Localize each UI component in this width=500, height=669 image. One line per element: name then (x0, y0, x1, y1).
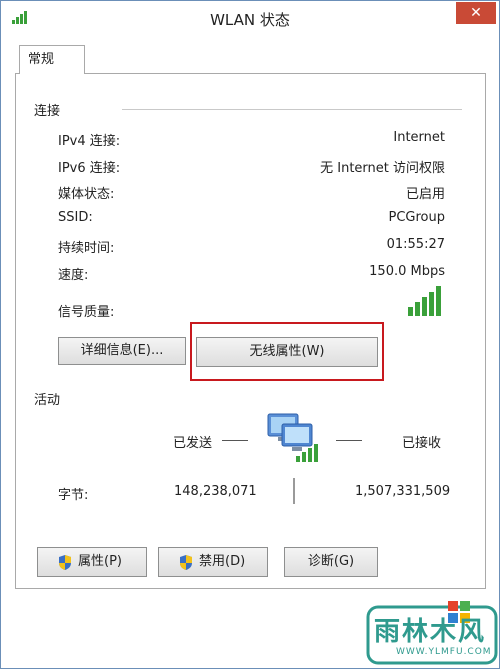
duration-label: 持续时间: (58, 241, 115, 256)
activity-section-label: 活动 (34, 393, 61, 408)
wireless-properties-button[interactable]: 无线属性(W) (196, 337, 378, 367)
ssid-label: SSID: (58, 210, 93, 225)
received-dash (336, 440, 362, 441)
bytes-sent-value: 148,238,071 (174, 484, 257, 499)
network-computers-icon (267, 413, 318, 462)
properties-label: 属性(P) (78, 554, 122, 569)
ssid-value: PCGroup (388, 210, 446, 225)
uac-shield-icon (59, 555, 71, 570)
watermark-url: WWW.YLMFU.COM (396, 647, 492, 657)
tab-general[interactable]: 常规 (19, 45, 85, 74)
section-divider (122, 109, 462, 110)
ipv6-label: IPv6 连接: (58, 161, 121, 176)
activity-divider (293, 478, 295, 504)
media-state-value: 已启用 (405, 187, 445, 202)
close-button[interactable]: ✕ (456, 2, 496, 24)
disable-label: 禁用(D) (199, 554, 246, 569)
wlan-status-window: WLAN 状态 ✕ 常规 连接 IPv4 连接: Internet IPv6 连… (0, 0, 500, 669)
media-state-label: 媒体状态: (58, 187, 115, 202)
watermark-logo: 雨林木风 WWW.YLMFU.COM (366, 601, 498, 665)
properties-button[interactable]: 属性(P) (37, 547, 147, 577)
close-icon: ✕ (470, 5, 482, 21)
sent-dash (222, 440, 248, 441)
ipv6-value: 无 Internet 访问权限 (320, 161, 445, 176)
received-label: 已接收 (402, 436, 442, 451)
ipv4-label: IPv4 连接: (58, 134, 121, 149)
watermark-text: 雨林木风 (374, 617, 487, 647)
bytes-received-value: 1,507,331,509 (355, 484, 451, 499)
general-panel: 连接 IPv4 连接: Internet IPv6 连接: 无 Internet… (15, 73, 486, 589)
ipv4-value: Internet (393, 130, 445, 145)
speed-value: 150.0 Mbps (369, 264, 445, 279)
diagnose-button[interactable]: 诊断(G) (284, 547, 378, 577)
duration-value: 01:55:27 (386, 237, 445, 252)
uac-shield-icon (180, 555, 192, 570)
disable-button[interactable]: 禁用(D) (158, 547, 268, 577)
signal-quality-label: 信号质量: (58, 305, 115, 320)
speed-label: 速度: (58, 268, 89, 283)
details-button[interactable]: 详细信息(E)... (58, 337, 186, 365)
title-bar[interactable]: WLAN 状态 ✕ (1, 1, 499, 36)
window-title: WLAN 状态 (210, 11, 290, 29)
sent-label: 已发送 (173, 436, 213, 451)
connection-section-label: 连接 (34, 104, 61, 119)
signal-strength-icon (408, 286, 441, 316)
bytes-label: 字节: (58, 488, 89, 503)
